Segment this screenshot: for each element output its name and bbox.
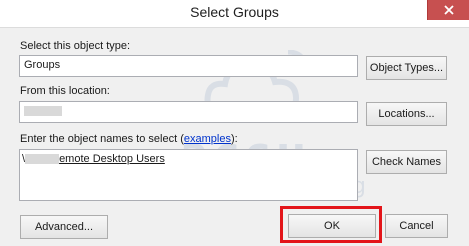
object-types-button[interactable]: Object Types... [366, 56, 447, 80]
object-names-label-prefix: Enter the object names to select ( [20, 133, 184, 145]
object-names-label-suffix: ): [230, 133, 238, 145]
object-type-value: Groups [24, 59, 61, 71]
object-names-textarea[interactable]: \ emote Desktop Users [19, 149, 358, 201]
close-button[interactable] [427, 0, 469, 20]
close-icon [444, 5, 454, 15]
select-groups-dialog: Select Groups accu web hosting Select th… [0, 0, 469, 246]
object-names-label: Enter the object names to select (exampl… [20, 133, 238, 145]
examples-link[interactable]: examples [184, 133, 231, 145]
ok-button-highlight [280, 206, 382, 243]
locations-button[interactable]: Locations... [366, 102, 447, 126]
object-names-value-end: emote Desktop Users [59, 153, 165, 165]
advanced-button[interactable]: Advanced... [20, 215, 108, 239]
window-title: Select Groups [190, 4, 279, 20]
check-names-button[interactable]: Check Names [366, 150, 447, 174]
cancel-button[interactable]: Cancel [385, 214, 448, 238]
object-type-label: Select this object type: [20, 40, 131, 52]
object-type-field: Groups [19, 55, 358, 77]
redacted-location [24, 106, 62, 117]
location-field [19, 101, 358, 123]
location-label: From this location: [20, 85, 110, 97]
title-bar: Select Groups [0, 0, 469, 28]
redacted-domain [25, 154, 60, 165]
